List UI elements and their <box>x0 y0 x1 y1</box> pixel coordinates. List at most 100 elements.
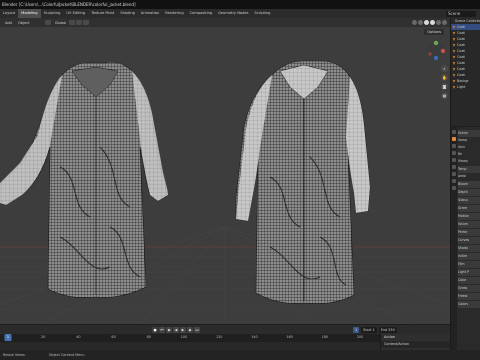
transform-controls: Global <box>44 20 90 25</box>
properties-section-header[interactable]: Bloom <box>458 181 480 188</box>
ruler-tick-label: 40 <box>76 335 81 339</box>
outliner-item-label: Light <box>457 85 466 89</box>
action-item[interactable]: Context/Action <box>381 341 450 348</box>
material-shading-icon[interactable] <box>436 20 441 25</box>
jump-end-icon[interactable]: ⏭ <box>194 326 200 333</box>
end-value: 250 <box>388 327 395 332</box>
coat-right-textured[interactable] <box>235 60 371 305</box>
current-frame-field[interactable]: 1 <box>353 326 360 333</box>
ruler-tick-label: 80 <box>146 335 151 339</box>
object-tab-icon[interactable] <box>452 172 456 176</box>
tool-tab-icon[interactable] <box>452 130 456 134</box>
properties-section-header[interactable]: Light P <box>458 269 480 276</box>
properties-section-header[interactable]: Curves <box>458 237 480 244</box>
3d-viewport[interactable]: Options ⌕ ✋ ◙ ▦ <box>0 27 450 325</box>
view-layer-tab-icon[interactable] <box>452 151 456 155</box>
ruler-tick-label: 100 <box>180 335 188 339</box>
workspace-tab-uv-editing[interactable]: UV Editing <box>63 9 88 18</box>
xray-icon[interactable] <box>418 20 423 25</box>
orientation-dropdown[interactable]: Global <box>52 21 69 25</box>
properties-section-header[interactable]: Motion <box>458 213 480 220</box>
mesh-icon <box>453 55 455 59</box>
workspace-tab-compositing[interactable]: Compositing <box>187 9 216 18</box>
mesh-icon <box>453 73 455 77</box>
scene-field[interactable]: Scene <box>446 10 476 17</box>
workspace-tab-scripting[interactable]: Scripting <box>251 9 273 18</box>
scene-tab-icon[interactable] <box>452 158 456 162</box>
playhead[interactable]: 1 <box>4 334 12 341</box>
properties-field[interactable]: Re <box>458 151 480 158</box>
mesh-icon <box>453 79 455 83</box>
workspace-tab-rendering[interactable]: Rendering <box>162 9 186 18</box>
object-menu[interactable]: Object <box>15 21 33 25</box>
rendered-shading-icon[interactable] <box>442 20 447 25</box>
properties-section-header[interactable]: Perfor <box>458 229 480 236</box>
properties-section-header[interactable]: Greas <box>458 285 480 292</box>
proportional-icon[interactable] <box>83 20 90 25</box>
timeline-tracks[interactable] <box>0 342 380 350</box>
properties-field[interactable]: Samp <box>458 137 480 144</box>
wireframe-shading-icon[interactable] <box>424 20 429 25</box>
scene-selector[interactable]: Scene <box>446 9 480 18</box>
camera-view-icon[interactable]: ◙ <box>441 83 448 90</box>
workspace-tab-shading[interactable]: Shading <box>117 9 138 18</box>
play-reverse-icon[interactable]: ◀ <box>173 326 179 333</box>
prev-keyframe-icon[interactable]: ◆ <box>166 326 172 333</box>
workspace-tab-layout[interactable]: Layout <box>0 9 18 18</box>
ruler-tick-label: 140 <box>251 335 258 339</box>
add-menu[interactable]: Add <box>2 21 15 25</box>
properties-section-header[interactable]: Colors <box>458 301 480 308</box>
render-tab-icon[interactable] <box>452 137 456 141</box>
window-titlebar: Blender [C:\Users\...\ColorfulJacket\BLE… <box>0 0 480 9</box>
world-tab-icon[interactable] <box>452 165 456 169</box>
workspace-tab-modeling[interactable]: Modeling <box>18 9 41 18</box>
perspective-toggle-icon[interactable]: ▦ <box>441 92 448 99</box>
properties-field[interactable]: Viewp <box>458 158 480 165</box>
properties-section-header[interactable]: Scree <box>458 205 480 212</box>
navigation-gizmo[interactable] <box>427 40 446 60</box>
properties-section-header[interactable]: Indire <box>458 253 480 260</box>
coat-left-wireframe[interactable] <box>0 61 169 299</box>
outliner-item[interactable]: Light <box>451 84 480 90</box>
start-frame-field[interactable]: Start 1 <box>361 326 377 333</box>
pivot-icon[interactable] <box>69 20 76 25</box>
action-title[interactable]: Action <box>381 334 450 341</box>
outliner-item[interactable]: Scene Collection <box>451 18 480 24</box>
pan-hand-icon[interactable]: ✋ <box>441 74 448 81</box>
properties-field[interactable]: Ambi <box>458 173 480 180</box>
action-panel: Action Context/Action <box>380 334 450 350</box>
properties-section-header[interactable]: Shado <box>458 245 480 252</box>
properties-section-header[interactable]: Scene <box>458 130 480 137</box>
workspace-tab-texture-paint[interactable]: Texture Paint <box>88 9 117 18</box>
properties-tabs <box>451 127 457 360</box>
options-dropdown[interactable]: Options <box>424 29 444 35</box>
material-tab-icon[interactable] <box>452 186 456 190</box>
overlay-icon[interactable] <box>412 20 417 25</box>
modifier-tab-icon[interactable] <box>452 179 456 183</box>
snap-icon[interactable] <box>76 20 83 25</box>
output-tab-icon[interactable] <box>452 144 456 148</box>
jump-start-icon[interactable]: ⏮ <box>159 326 165 333</box>
solid-shading-icon[interactable] <box>430 20 435 25</box>
end-frame-field[interactable]: End 250 <box>378 326 397 333</box>
workspace-tab-geometry-nodes[interactable]: Geometry Nodes <box>215 9 251 18</box>
zoom-icon[interactable]: ⌕ <box>441 65 448 72</box>
properties-section-header[interactable]: Film <box>458 261 480 268</box>
properties-section-header[interactable]: Freest <box>458 293 480 300</box>
record-icon[interactable]: ● <box>152 326 158 333</box>
play-icon[interactable]: ▶ <box>180 326 186 333</box>
viewport-canvas[interactable] <box>0 27 450 325</box>
properties-section-header[interactable]: Temp <box>458 166 480 173</box>
workspace-tab-sculpting[interactable]: Sculpting <box>41 9 64 18</box>
next-keyframe-icon[interactable]: ◆ <box>187 326 193 333</box>
move-icon[interactable] <box>44 20 51 25</box>
status-bar: Resize Views Object Context Menu <box>0 350 480 360</box>
workspace-tab-animation[interactable]: Animation <box>138 9 162 18</box>
properties-field[interactable]: Volu <box>458 144 480 151</box>
frame-range: 1 Start 1 End 250 <box>351 326 397 333</box>
properties-section-header[interactable]: Subsu <box>458 197 480 204</box>
properties-section-header[interactable]: Depth <box>458 189 480 196</box>
properties-section-header[interactable]: Volum <box>458 221 480 228</box>
properties-section-header[interactable]: Color <box>458 277 480 284</box>
mesh-icon <box>453 25 455 29</box>
